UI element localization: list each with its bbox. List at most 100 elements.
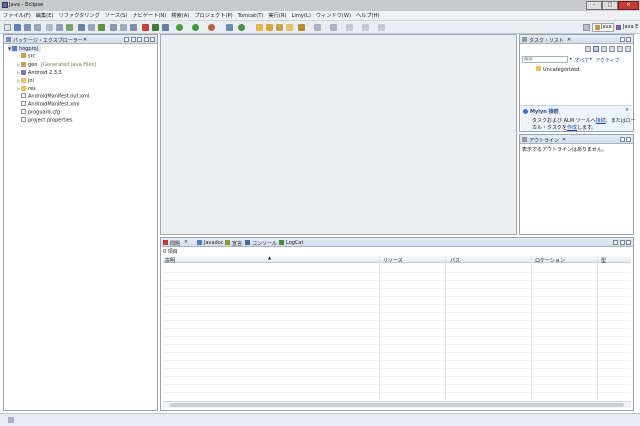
run-icon[interactable] [192,24,199,31]
new-class-icon[interactable] [238,24,245,31]
menu-file[interactable]: ファイル(F) [3,12,31,19]
tab-console[interactable]: コンソール [252,240,277,247]
view-menu-icon[interactable] [613,240,618,245]
tree-item[interactable]: ▷ jni [17,77,34,84]
maximize-view-icon[interactable] [150,37,155,42]
toolbar-icon-5[interactable] [46,24,53,31]
column-location[interactable]: ロケーション [535,257,565,264]
scrollbar-thumb[interactable] [170,403,624,407]
tree-item[interactable]: ▷ Android 2.3.3 [17,69,62,76]
column-resource[interactable]: リソース [383,257,403,264]
collapse-icon[interactable] [609,46,615,52]
annotation-next-icon[interactable] [314,24,321,31]
close-tab-icon[interactable]: ✕ [567,37,571,43]
toolbar-icon-13[interactable] [130,24,137,31]
new-task-icon[interactable] [585,46,591,52]
annotation-prev-icon[interactable] [330,24,337,31]
save-icon[interactable] [14,24,21,31]
column-path[interactable]: パス [450,257,460,264]
link-with-editor-icon[interactable] [130,37,136,42]
maximize-button[interactable]: □ [602,1,618,10]
view-menu-icon[interactable] [625,46,631,52]
search-icon[interactable] [276,24,283,31]
toolbar-icon-15[interactable] [152,24,159,31]
column-description[interactable]: 説明 [165,257,175,264]
external-tools-icon[interactable] [208,24,215,31]
menu-navigate[interactable]: ナビゲート(N) [132,12,166,19]
tree-item[interactable]: ▷ gen [Generated Java Files] [17,61,96,68]
open-perspective-icon[interactable] [583,24,590,31]
collapse-all-icon[interactable] [124,37,129,42]
new-java-project-icon[interactable] [226,24,233,31]
filter-active-link[interactable]: アクティブ... [595,57,624,64]
editor-area[interactable] [160,34,517,235]
tree-item-project[interactable]: ▼ hogproj [8,45,41,52]
save-all-icon[interactable] [24,24,31,31]
toolbar-icon-30[interactable] [378,24,385,31]
tab-javadoc[interactable]: Javadoc [204,240,224,246]
open-task-icon[interactable] [266,24,273,31]
toolbar-icon-24[interactable] [286,24,293,31]
close-tab-icon[interactable]: ✕ [562,137,566,143]
toolbar-icon-14[interactable] [142,24,149,31]
menu-window[interactable]: ウィンドウ(W) [316,12,351,19]
menu-source[interactable]: ソース(S) [105,12,128,19]
maximize-view-icon[interactable] [626,37,631,42]
menu-refactor[interactable]: リファクタリング [59,12,100,19]
tree-item[interactable]: AndroidManifest.xml [17,101,79,108]
perspective-java-button[interactable]: Java [592,23,614,32]
menu-edit[interactable]: 編集(E) [36,12,54,19]
menu-tomcat[interactable]: Tomcat(T) [238,13,264,19]
maximize-view-icon[interactable] [626,240,631,245]
toolbar-icon-16[interactable] [162,24,169,31]
toolbar-icon-6[interactable] [56,24,63,31]
minimize-view-icon[interactable] [143,37,149,42]
toolbar-icon-10[interactable] [98,24,105,31]
menu-run[interactable]: 実行(R) [268,12,286,19]
connect-link[interactable]: 接続 [596,118,606,124]
tab-logcat[interactable]: LogCat [286,240,303,246]
column-type[interactable]: 型 [601,257,606,264]
tree-item[interactable]: project.properties [17,117,72,124]
filter-icon[interactable] [601,46,607,52]
minimize-view-icon[interactable] [619,240,625,245]
toolbar-icon-7[interactable] [66,24,73,31]
tree-item[interactable]: AndroidManifest.out.xml [17,93,89,100]
menu-search[interactable]: 検索(A) [171,12,189,19]
menu-project[interactable]: プロジェクト(P) [194,12,232,19]
toolbar-icon-11[interactable] [110,24,117,31]
perspective-javaee-button[interactable]: Java E [615,23,638,32]
view-menu-icon[interactable] [137,37,142,42]
debug-icon[interactable] [176,24,183,31]
minimize-button[interactable]: – [586,1,602,10]
outline-tab[interactable]: アウトライン ✕ [520,135,633,144]
new-icon[interactable] [4,24,11,31]
menu-limy[interactable]: Limy(L) [291,13,310,19]
close-tab-icon[interactable]: ✕ [184,240,188,245]
tab-declaration[interactable]: 宣言 [232,240,242,247]
close-button[interactable]: ✕ [618,1,639,10]
toolbar-icon-9[interactable] [88,24,95,31]
forward-icon[interactable] [362,24,369,31]
task-list-tab[interactable]: タスク・リスト ✕ [520,35,633,44]
focus-icon[interactable] [593,46,599,52]
maximize-view-icon[interactable] [626,137,631,142]
tree-item[interactable]: ▷ res [17,85,36,92]
filter-all-link[interactable]: すべて [575,57,589,64]
tree-item[interactable]: proguard.cfg [17,109,60,116]
tab-problems[interactable]: 問題 [170,240,180,247]
task-search-input[interactable] [522,56,568,63]
fast-view-icon[interactable] [8,417,14,423]
toolbar-icon-25[interactable] [298,24,305,31]
toolbar-icon-12[interactable] [120,24,127,31]
back-icon[interactable] [346,24,353,31]
task-category[interactable]: Uncategorized [536,66,579,73]
horizontal-scrollbar[interactable] [163,401,631,408]
menu-help[interactable]: ヘルプ(H) [356,12,380,19]
package-explorer-tab[interactable]: パッケージ・エクスプローラー ✕ [4,35,157,44]
minimize-view-icon[interactable] [619,37,625,42]
tree-item[interactable]: src [17,53,35,60]
minimize-view-icon[interactable] [619,137,625,142]
sync-icon[interactable] [617,46,623,52]
create-link[interactable]: 作成 [567,125,577,131]
